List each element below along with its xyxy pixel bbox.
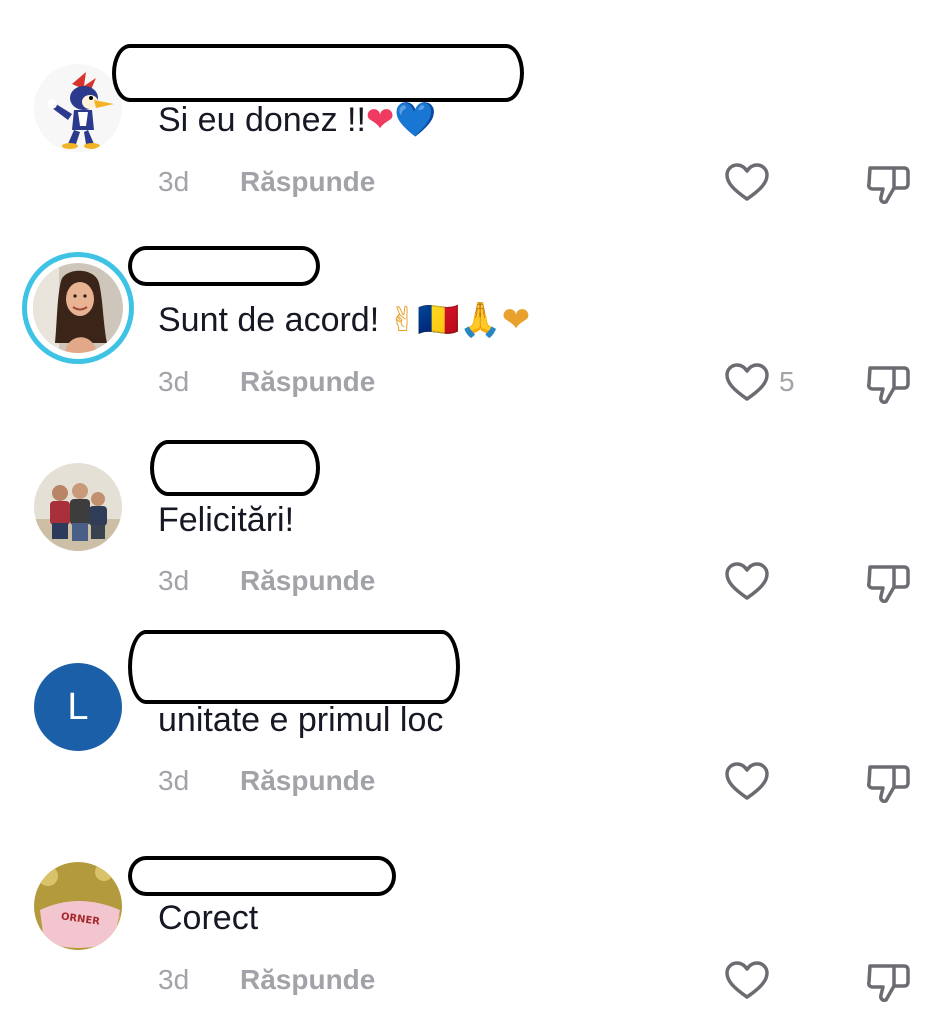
reply-button[interactable]: Răspunde (240, 964, 375, 996)
heart-outline-icon (725, 762, 769, 800)
family-avatar-image (34, 463, 122, 551)
thumbs-down-outline-icon (867, 565, 910, 603)
comment-item: ORNER Corect 3d Răspunde (0, 0, 945, 1002)
comment-text: Sunt de acord! ✌🇷🇴🙏❤ (158, 300, 531, 340)
comment-time: 3d (158, 765, 190, 796)
letter-avatar[interactable]: L (34, 663, 122, 751)
user-avatar-story-ring[interactable] (22, 252, 134, 364)
like-count: 5 (779, 366, 795, 397)
heart-outline-icon (725, 363, 769, 401)
thumbs-down-outline-icon (867, 964, 910, 1002)
emoji: ✌🇷🇴🙏❤ (388, 300, 531, 340)
reply-button[interactable]: Răspunde (240, 765, 375, 797)
heart-outline-icon (725, 961, 769, 999)
dislike-button[interactable] (864, 960, 912, 1004)
reply-button[interactable]: Răspunde (240, 565, 375, 597)
thumbs-down-outline-icon (867, 366, 910, 404)
comment-text: Felicitări! (158, 501, 295, 539)
like-button[interactable] (724, 761, 770, 801)
redacted-username (128, 630, 460, 704)
reply-button[interactable]: Răspunde (240, 366, 375, 398)
comment-time: 3d (158, 964, 190, 995)
thumbs-down-outline-icon (867, 765, 910, 803)
like-button[interactable] (724, 960, 770, 1000)
redacted-username (128, 856, 396, 896)
dislike-button[interactable] (864, 561, 912, 605)
like-button[interactable] (724, 362, 770, 402)
redacted-username (128, 246, 320, 286)
heart-outline-icon (725, 562, 769, 600)
comment-text: Corect (158, 899, 259, 937)
cup-avatar-image: ORNER (34, 862, 122, 950)
user-avatar[interactable] (34, 463, 122, 551)
woman-avatar-image (33, 263, 123, 353)
like-button[interactable] (724, 561, 770, 601)
dislike-button[interactable] (864, 761, 912, 805)
comment-text: unitate e primul loc (158, 701, 444, 739)
comment-time: 3d (158, 366, 190, 397)
redacted-username (150, 440, 320, 496)
dislike-button[interactable] (864, 362, 912, 406)
user-avatar[interactable]: ORNER (34, 862, 122, 950)
comment-time: 3d (158, 565, 190, 596)
